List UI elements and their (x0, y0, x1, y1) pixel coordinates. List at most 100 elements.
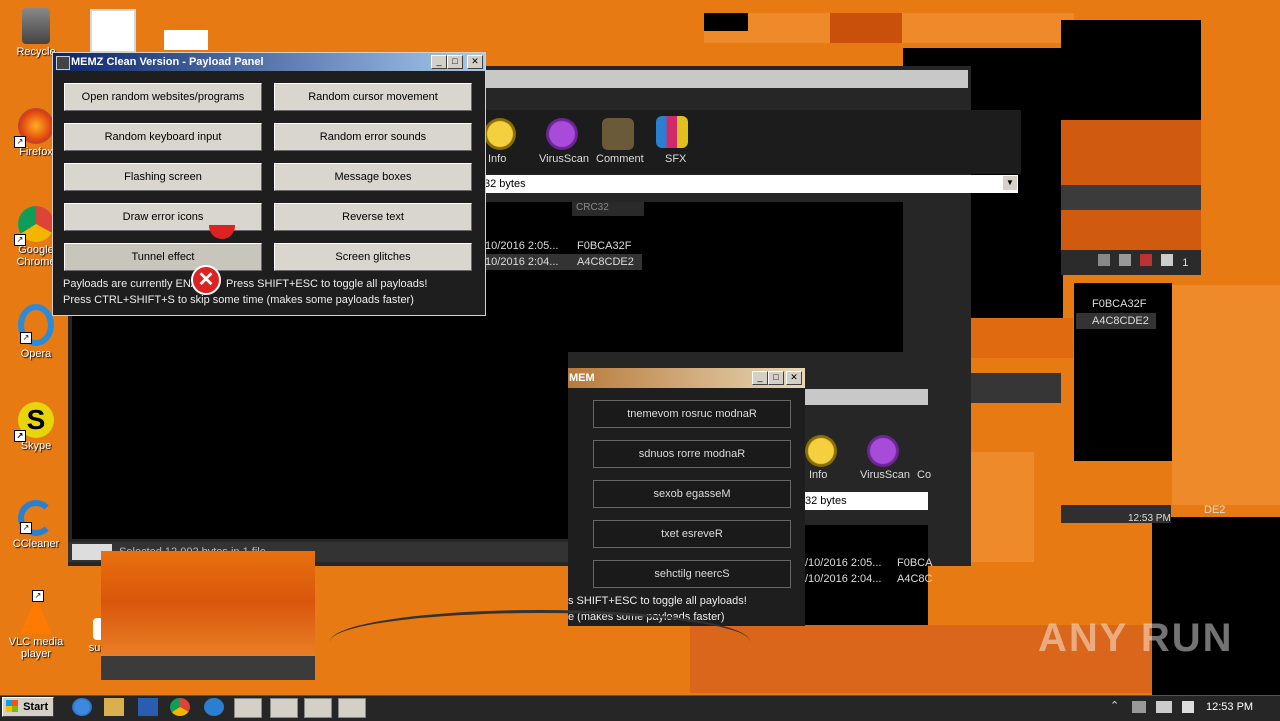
payload-button-message-boxes[interactable]: Message boxes (274, 163, 472, 191)
speaker-icon[interactable] (1132, 701, 1146, 713)
error-icon: ✕ (191, 265, 221, 295)
toolbar-label-virusscan[interactable]: VirusScan (539, 153, 589, 165)
chevron-down-icon[interactable]: ▼ (1003, 176, 1017, 190)
start-label: Start (23, 701, 49, 713)
taskbar (0, 695, 1280, 721)
desktop-icon-skype[interactable]: S ↗ Skype (6, 402, 66, 452)
toolbar-label-info[interactable]: Info (809, 469, 827, 481)
ie-icon[interactable] (72, 698, 92, 716)
row-crc: A4C8C (897, 573, 933, 585)
row-date: /10/2016 2:05... (482, 240, 559, 252)
row-date: /10/2016 2:04... (805, 573, 882, 585)
error-icon (209, 225, 235, 239)
payload-button-keyboard-input[interactable]: Random keyboard input (64, 123, 262, 151)
payload-button-screen-glitches[interactable]: Screen glitches (274, 243, 472, 271)
app-icon[interactable] (204, 698, 224, 716)
payload-button-cursor-movement[interactable]: Random cursor movement (274, 83, 472, 111)
memz-title: MEMZ Clean Version - Payload Panel (71, 56, 264, 68)
network-icon[interactable] (1156, 701, 1172, 713)
maximize-button[interactable]: □ (447, 55, 463, 69)
toolbar-label-comment[interactable]: Co (917, 469, 931, 481)
payload-button-error-sounds[interactable]: Random error sounds (274, 123, 472, 151)
status-text: Payloads are currently ENA (63, 278, 199, 290)
start-button[interactable]: Start (2, 697, 54, 717)
fragment-row: DE2 (1204, 504, 1226, 516)
desktop-icon-recycle[interactable]: Recycle (6, 8, 66, 58)
payload-button-reversed[interactable]: sehctilg neercS (593, 560, 791, 588)
row-date: /10/2016 2:05... (805, 557, 882, 569)
table-row[interactable]: /10/2016 2:04... A4C8C (805, 571, 932, 587)
table-row[interactable]: /10/2016 2:04... A4C8CDE2 (480, 254, 642, 270)
winrar-icon[interactable] (234, 698, 262, 718)
payload-button-reverse-text[interactable]: Reverse text (274, 203, 472, 231)
memz-task-icon[interactable] (270, 698, 298, 718)
desktop-icon-ccleaner[interactable]: ↗ CCleaner (6, 500, 66, 550)
info-icon[interactable] (805, 435, 837, 467)
payload-button-flashing-screen[interactable]: Flashing screen (64, 163, 262, 191)
glitch-block (101, 656, 315, 680)
tray-icon (1098, 254, 1110, 266)
column-header[interactable]: CRC32 (572, 202, 644, 216)
media-player-icon[interactable] (138, 698, 158, 716)
maximize-button[interactable]: □ (768, 371, 784, 385)
clock-fragment: 1 (1182, 257, 1189, 269)
status-text: Press SHIFT+ESC to toggle all payloads! (226, 278, 428, 290)
folder-icon[interactable] (104, 698, 124, 716)
skype-icon: S ↗ (14, 402, 54, 442)
virus-scan-icon[interactable] (546, 118, 578, 150)
toolbar-label-comment[interactable]: Comment (596, 153, 644, 165)
windows-logo-icon (6, 700, 18, 712)
taskbar-clock[interactable]: 12:53 PM (1206, 701, 1253, 713)
path-dropdown[interactable]: 32 bytes (805, 492, 928, 510)
comment-icon[interactable] (602, 118, 634, 150)
desktop-icon-label: Opera (20, 348, 52, 360)
minimize-button[interactable]: _ (752, 371, 768, 385)
memz-task-icon[interactable] (304, 698, 332, 718)
glitch-block (1172, 285, 1280, 505)
left-pane (72, 314, 568, 539)
chrome-icon[interactable] (170, 698, 190, 716)
payload-button-reversed[interactable]: sexob egasseM (593, 480, 791, 508)
ccleaner-icon: ↗ (18, 500, 54, 536)
fragment-tray: 1 (1098, 254, 1198, 272)
payload-button-reversed[interactable]: tnemevom rosruc modnaR (593, 400, 791, 428)
path-dropdown[interactable]: 32 bytes ▼ (480, 175, 1018, 193)
speaker-icon (1119, 254, 1132, 266)
row-crc: F0BCA (897, 557, 933, 569)
payload-button-reversed[interactable]: txet esreveR (593, 520, 791, 548)
payload-button-reversed[interactable]: sdnuos rorre modnaR (593, 440, 791, 468)
memz-window: MEMZ Clean Version - Payload Panel _ □ ✕… (52, 52, 486, 316)
glitch-curve (330, 610, 750, 673)
table-row[interactable]: /10/2016 2:05... F0BCA (805, 555, 932, 571)
toolbar-label-virusscan[interactable]: VirusScan (860, 469, 910, 481)
minimize-button[interactable]: _ (431, 55, 447, 69)
info-icon[interactable] (484, 118, 516, 150)
memz-task-icon[interactable] (338, 698, 366, 718)
memz-status-line1: s SHIFT+ESC to toggle all payloads! (568, 595, 747, 607)
desktop-icon-label: CCleaner (12, 538, 60, 550)
flag-icon[interactable] (1182, 701, 1194, 713)
opera-icon: ↗ (18, 304, 54, 346)
vlc-icon: ↗ (20, 590, 52, 634)
payload-button-open-websites[interactable]: Open random websites/programs (64, 83, 262, 111)
fragment-row: F0BCA32F (1092, 298, 1147, 310)
table-row[interactable]: /10/2016 2:05... F0BCA32F (482, 238, 642, 254)
virus-scan-icon[interactable] (867, 435, 899, 467)
document-icon[interactable] (164, 30, 208, 50)
chrome-icon: ↗ (14, 206, 54, 246)
pdf-icon[interactable] (90, 9, 136, 53)
row-crc: F0BCA32F (577, 240, 632, 252)
desktop-icon-vlc[interactable]: ↗ VLC media player (6, 590, 66, 660)
memz-titlebar[interactable]: MEMZ Clean Version - Payload Panel (53, 53, 485, 71)
row-crc: A4C8CDE2 (577, 256, 634, 268)
memz-title: MEM (569, 372, 595, 384)
close-button[interactable]: ✕ (467, 55, 483, 69)
glitch-block (1152, 517, 1280, 695)
show-hidden-icons-icon[interactable]: ⌃ (1110, 699, 1119, 712)
glitch-block (830, 13, 902, 43)
close-button[interactable]: ✕ (786, 371, 802, 385)
payload-button-tunnel-effect[interactable]: Tunnel effect (64, 243, 262, 271)
sfx-icon[interactable] (656, 116, 688, 148)
toolbar-label-info[interactable]: Info (488, 153, 506, 165)
toolbar-label-sfx[interactable]: SFX (665, 153, 686, 165)
